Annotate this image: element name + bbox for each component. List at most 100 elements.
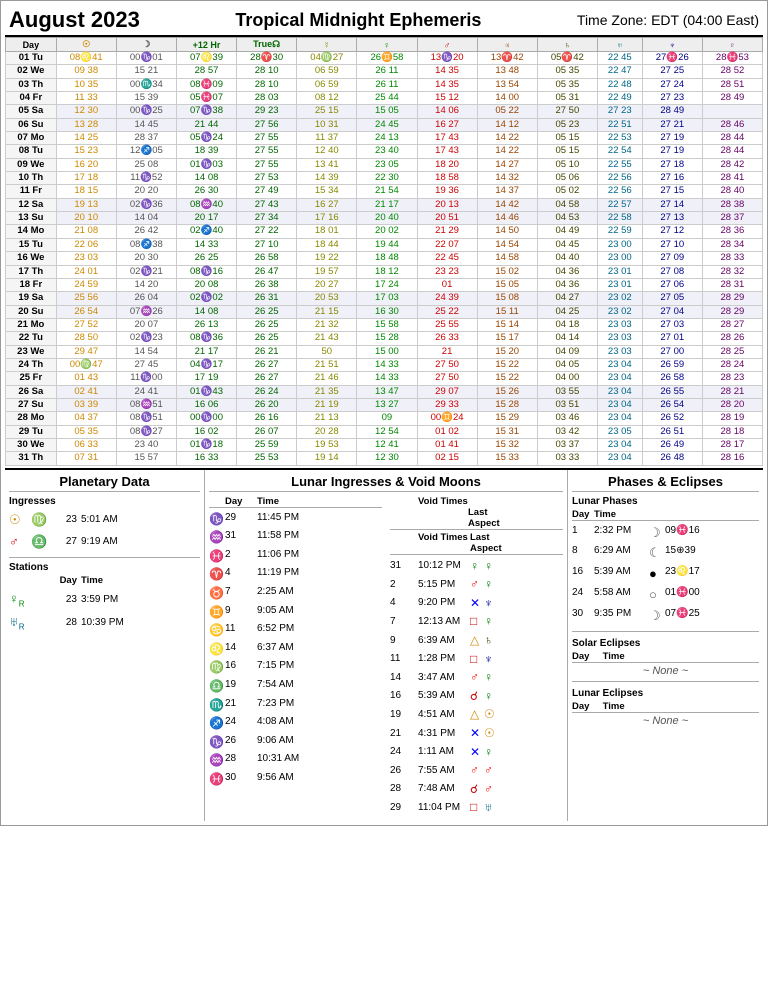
table-cell: 03 33 <box>537 452 597 465</box>
table-cell: 26 42 <box>116 225 176 238</box>
table-cell: 19 22 <box>297 252 357 265</box>
station-row: ♀R233:59 PM <box>9 588 200 611</box>
lunar-ingress-sign: ♌ <box>209 640 225 659</box>
table-cell: 24 13 <box>357 132 417 145</box>
void-row: 111:28 PM□♆ <box>390 650 563 669</box>
table-cell: 26 24 <box>237 385 297 398</box>
main-page: August 2023 Tropical Midnight Ephemeris … <box>0 0 768 826</box>
table-cell: 23 05 <box>357 158 417 171</box>
table-cell: 20 13 <box>417 198 477 211</box>
table-cell: 11 37 <box>297 132 357 145</box>
station-day: 28 <box>53 614 81 631</box>
table-cell: 27 43 <box>237 198 297 211</box>
table-cell: 20 17 <box>176 212 236 225</box>
table-cell: 17 24 <box>357 278 417 291</box>
table-cell: 26 47 <box>237 265 297 278</box>
table-cell: 27 56 <box>237 118 297 131</box>
phase-symbol: ○ <box>649 585 665 606</box>
table-cell: 20 51 <box>417 212 477 225</box>
table-cell: 14 06 <box>417 105 477 118</box>
lunar-ingresses-section: Lunar Ingresses & Void Moons Day Time ♑2… <box>205 470 568 821</box>
table-cell: 25 53 <box>237 452 297 465</box>
table-cell: 21 17 <box>357 198 417 211</box>
table-cell: 14 33 <box>357 372 417 385</box>
table-cell: 22 57 <box>597 198 642 211</box>
table-cell: 25 44 <box>357 92 417 105</box>
table-cell: 25 56 <box>56 292 116 305</box>
phase-day: 30 <box>572 606 594 627</box>
table-cell: 17 18 <box>56 172 116 185</box>
void-col-day <box>390 496 418 507</box>
col-header-venus: ♀ <box>357 38 417 52</box>
lunar-ingress-time: 11:58 PM <box>257 528 312 547</box>
table-cell: 14 33 <box>357 358 417 371</box>
table-cell: 26 16 <box>237 412 297 425</box>
lunar-ingress-time: 4:08 AM <box>257 714 312 733</box>
table-cell: 22 58 <box>597 212 642 225</box>
void-row: 287:48 AM☌♂ <box>390 780 563 799</box>
table-cell: 15 26 <box>477 385 537 398</box>
table-cell: 09 We <box>6 158 57 171</box>
table-cell: 06 33 <box>56 438 116 451</box>
table-cell: 16 30 <box>357 305 417 318</box>
table-cell: 27 55 <box>237 158 297 171</box>
table-cell: 28 10 <box>237 65 297 78</box>
col-header-12hr: +12 Hr <box>176 38 236 52</box>
solar-eclipses: Solar Eclipses Day Time ~ None ~ <box>572 631 759 677</box>
table-cell: 26 25 <box>176 252 236 265</box>
table-cell: 25 08 <box>116 158 176 171</box>
table-cell: 23 03 <box>597 318 642 331</box>
table-cell: 22 07 <box>417 238 477 251</box>
void-row: 165:39 AM☌♀ <box>390 687 563 706</box>
void-planet: ♀ <box>484 687 498 706</box>
table-cell: 26 54 <box>56 305 116 318</box>
table-cell: 12 40 <box>297 145 357 158</box>
table-cell: 26♊58 <box>357 52 417 65</box>
lunar-ingress-sign: ♎ <box>209 677 225 696</box>
table-cell: 19 14 <box>297 452 357 465</box>
ingress-time: 9:19 AM <box>81 533 141 550</box>
lunar-ingress-day: 16 <box>225 658 257 677</box>
table-cell: 21 29 <box>417 225 477 238</box>
void-time: 7:48 AM <box>418 781 470 797</box>
lunar-ingress-sign: ♍ <box>209 658 225 677</box>
lunar-ingress-time: 2:25 AM <box>257 584 312 603</box>
table-cell: 14 Mo <box>6 225 57 238</box>
table-cell: 21 19 <box>297 398 357 411</box>
col-header-sat: ♄ <box>537 38 597 52</box>
lunar-ingress-sign: ♑ <box>209 733 225 752</box>
table-cell: 27 55 <box>237 132 297 145</box>
lunar-ingress-sign: ♓ <box>209 547 225 566</box>
phase-symbol: ☽ <box>649 523 665 544</box>
table-cell: 30 We <box>6 438 57 451</box>
table-cell: 02♑21 <box>116 265 176 278</box>
table-cell: 15 Tu <box>6 238 57 251</box>
table-cell: 05 31 <box>537 92 597 105</box>
void-day: 31 <box>390 558 418 574</box>
phase-row: 309:35 PM☽07♓25 <box>572 606 759 627</box>
table-cell: 28 37 <box>702 212 762 225</box>
lunar-ingress-time: 11:06 PM <box>257 547 312 566</box>
void-day: 16 <box>390 688 418 704</box>
table-cell: 28 41 <box>702 172 762 185</box>
table-cell: 20 53 <box>297 292 357 305</box>
void-planet: ☉ <box>484 724 498 743</box>
table-cell: 14 00 <box>477 92 537 105</box>
table-cell: 22 56 <box>597 185 642 198</box>
table-cell: 07 31 <box>56 452 116 465</box>
lunar-ingress-time: 11:19 PM <box>257 565 312 584</box>
ingresses-col-day: Day <box>225 496 257 507</box>
table-cell: 14 45 <box>116 118 176 131</box>
table-cell: 10 Th <box>6 172 57 185</box>
table-cell: 15 57 <box>116 452 176 465</box>
phase-note: 15⊕39 <box>665 543 715 564</box>
table-cell: 00♍47 <box>56 358 116 371</box>
lunar-ingress-time: 9:06 AM <box>257 733 312 752</box>
table-cell: 05 10 <box>537 158 597 171</box>
table-cell: 22 06 <box>56 238 116 251</box>
table-cell: 01 Tu <box>6 52 57 65</box>
table-cell: 01 02 <box>417 425 477 438</box>
lunar-ingress-row: ♎197:54 AM <box>209 677 382 696</box>
table-cell: 03 46 <box>537 412 597 425</box>
phase-note: 23♌17 <box>665 564 715 585</box>
